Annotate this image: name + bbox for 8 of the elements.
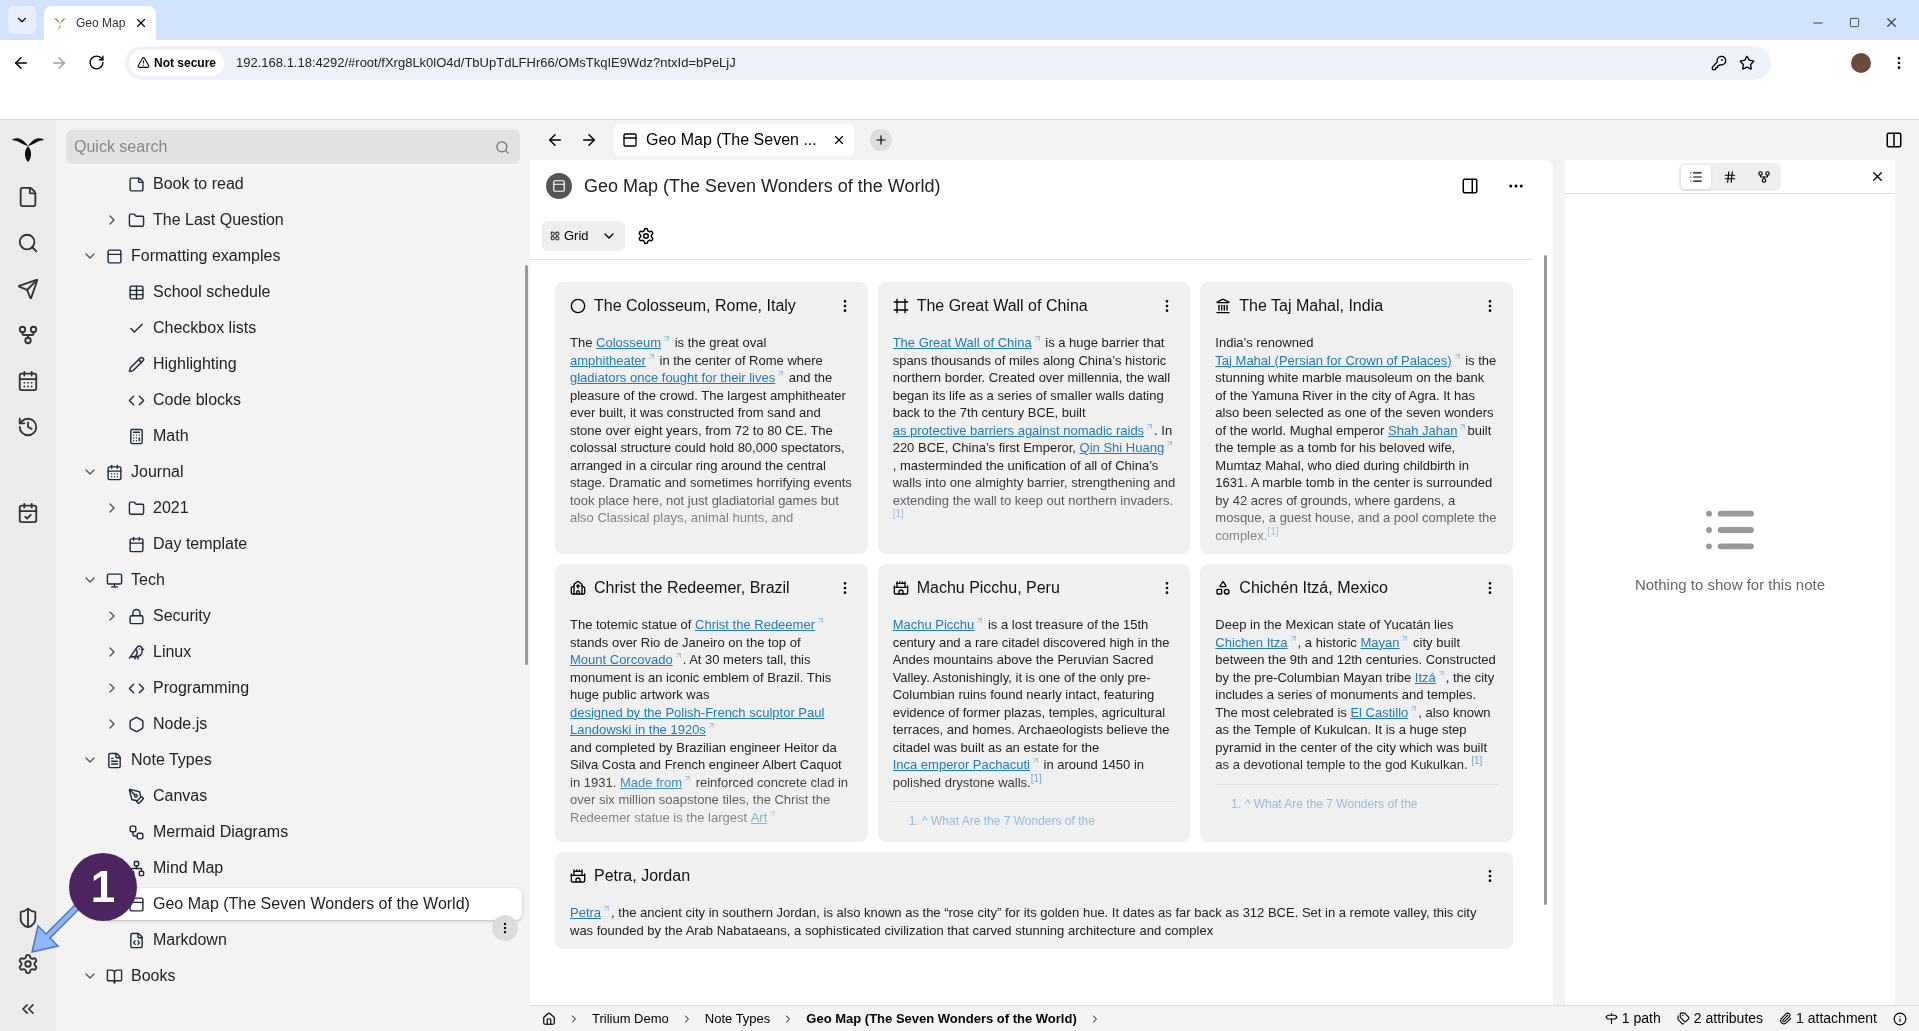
card-description: The totemic statue of Christ the Redeemer stands over Rio de Janeiro on the top of Mount Corcovado . At 30 meters tall, this monument is an iconic emblem of Brazil. This huge public artwork was designed by the Polish-French sculptor Paul Landowski in the 1920s and completed by Brazilian engineer Heitor da Silva Costa and French engineer Albert Caquot in 1931. Made from reinforced concrete clad in over six million soapstone tiles, the Christ the Redeemer statue is the largest Art [570, 616, 853, 826]
card-description: Deep in the Mexican state of Yucatán lies Chichen Itza , a historic Mayan city built between the 9th and 12th centuries. Constructed by the pre-Columbian Mayan tribe Itzá , the city includes a series of monuments and temples. The most celebrated is El Castillo , also known as the Temple of Kukulcan. It is a huge step pyramid in the center of the city which was built as a devotional temple to the god Kukulkan. $^{[1]}$ [1215, 616, 1497, 774]
card-description: India’s renowned Taj Mahal (Persian for Crown of Palaces) is the stunning white marble mausoleum on the bank of the Yamuna River in the city of Agra. It has also been selected as one of the seven wonders of the world. Mughal emperor Shah Jahan built the temple as a tomb for his beloved wife, Mumtaz Mahal, who died during childbirth in 1631. A marble tomb in the center is surrounded by 42 acres of grounds, where gardens, a mosque, a guest house, and a pool complete the complex.$^{[1]}$ [1215, 334, 1498, 544]
empty-message: Nothing to show for this note [1634, 575, 1826, 596]
card-description: Machu Picchu is a lost treasure of the 15th century and a rare citadel discovered high in the Andes mountains above the Peruvian Sacred Valley. Astonishingly, it is one of the only pre-Columbian ruins found nearly intact, featuring evidence of former plazas, temples, agricultural terraces, and homes. Archaeologists believe the citadel was built as an estate for the Inca emperor Pachacuti in around 1450 in polished drystone walls.$^{[1]}$ [892, 616, 1171, 791]
card-description: Petra , the ancient city in southern Jordan, is also known as the “rose city” for its golden hue. It dates as far back as 312 BCE. Set in a remote valley, this city was founded by the Arab Nabataeans, a sophisticated civilization that carved stunning architecture and complex [570, 904, 1478, 939]
url-text: 192.168.1.18:4292/#root/fXrg8Lk0lO4d/TbUpTdLFHr66/OMsTkqIE9Wdz?ntxId=bPeLjJ [236, 53, 736, 72]
card-description: The Colosseum is the great oval amphitheater in the center of Rome where gladiators once fought for their lives and the pleasure of the crowd. The largest amphitheater ever built, it was constructed from sand and stone over eight years, from 72 to 80 CE. The colossal structure could hold 80,000 spectators, arranged in a circular ring around the central stage. Dramatic and sometimes horrifying events took place here, not just gladiatorial games but also Classical plays, animal hunts, and [570, 334, 853, 527]
